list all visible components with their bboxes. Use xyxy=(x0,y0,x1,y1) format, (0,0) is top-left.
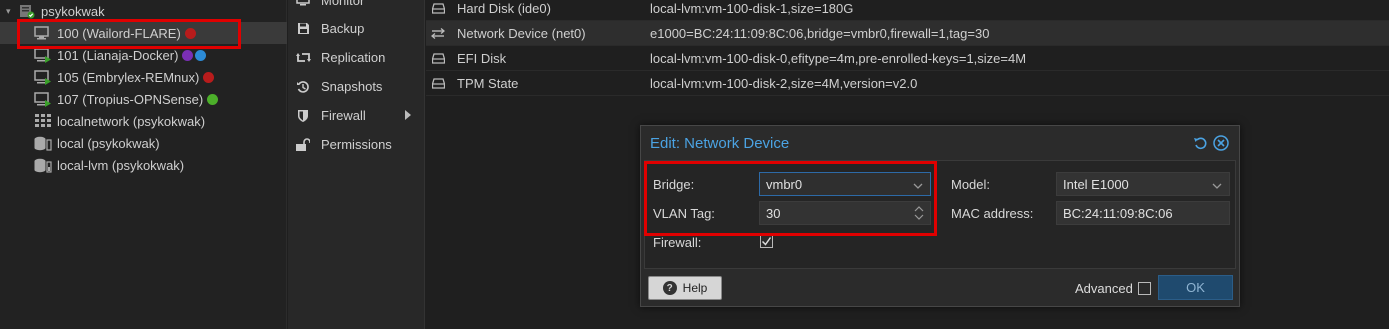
hardware-row[interactable]: Hard Disk (ide0) local-lvm:vm-100-disk-1… xyxy=(426,0,1389,21)
tree-item-vm-101[interactable]: 101 (Lianaja-Docker) xyxy=(0,44,287,66)
vm-icon xyxy=(34,25,52,41)
firewall-label: Firewall: xyxy=(653,235,702,250)
history-icon xyxy=(294,80,312,94)
tree-item-label: 105 (Embrylex-REMnux) xyxy=(57,69,200,85)
vlan-tag-input[interactable]: 30 xyxy=(759,201,931,225)
checkmark-icon xyxy=(761,237,772,246)
nav-item-permissions[interactable]: Permissions xyxy=(288,130,425,159)
shield-icon xyxy=(294,109,312,123)
tree-item-localnetwork[interactable]: localnetwork (psykokwak) xyxy=(0,110,287,132)
model-value: Intel E1000 xyxy=(1063,176,1129,192)
vlan-tag-value: 30 xyxy=(766,205,781,221)
vm-running-icon xyxy=(34,47,52,63)
nav-item-label: Replication xyxy=(321,50,386,65)
status-dot xyxy=(184,27,196,39)
hardware-name: Hard Disk (ide0) xyxy=(457,0,551,16)
monitor-icon xyxy=(294,0,312,7)
hardware-row[interactable]: EFI Disk local-lvm:vm-100-disk-0,efitype… xyxy=(426,46,1389,71)
tree-item-label: local-lvm (psykokwak) xyxy=(57,157,185,173)
tree-item-vm-100[interactable]: 100 (Wailord-FLARE) xyxy=(0,22,287,44)
unlock-icon xyxy=(294,138,312,151)
tree-node-psykokwak[interactable]: ▾ psykokwak xyxy=(0,0,287,22)
question-icon: ? xyxy=(662,281,677,295)
hdd-icon xyxy=(431,77,445,89)
hardware-name: Network Device (net0) xyxy=(457,25,586,41)
exchange-icon xyxy=(431,27,445,39)
close-icon[interactable] xyxy=(1212,134,1230,152)
mac-address-value: BC:24:11:09:8C:06 xyxy=(1063,205,1173,221)
ok-button-label: OK xyxy=(1186,280,1205,295)
nav-item-snapshots[interactable]: Snapshots xyxy=(288,72,425,101)
bridge-value: vmbr0 xyxy=(766,176,803,192)
advanced-checkbox[interactable] xyxy=(1138,282,1151,295)
firewall-checkbox[interactable] xyxy=(760,235,773,248)
reset-icon[interactable] xyxy=(1191,134,1209,152)
network-grid-icon xyxy=(34,113,52,129)
hardware-name: EFI Disk xyxy=(457,50,507,66)
model-label: Model: xyxy=(951,177,991,192)
hardware-row[interactable]: Network Device (net0) e1000=BC:24:11:09:… xyxy=(426,21,1389,46)
nav-item-firewall[interactable]: Firewall xyxy=(288,101,425,130)
status-dot xyxy=(195,49,207,61)
hardware-name: TPM State xyxy=(457,75,519,91)
nav-item-label: Firewall xyxy=(321,108,366,123)
nav-item-replication[interactable]: Replication xyxy=(288,43,425,72)
nav-item-label: Monitor xyxy=(321,0,365,8)
status-dot xyxy=(182,49,194,61)
bridge-select[interactable]: vmbr0 xyxy=(759,172,931,196)
tree-item-label: localnetwork (psykokwak) xyxy=(57,113,206,129)
tree-item-label: 101 (Lianaja-Docker) xyxy=(57,47,179,63)
edit-network-device-dialog: Edit: Network Device Bridge: vmbr0 VLAN … xyxy=(640,125,1240,307)
vm-config-nav: Monitor Backup Replication Snapshots Fir… xyxy=(288,0,425,329)
model-select[interactable]: Intel E1000 xyxy=(1056,172,1230,196)
mac-address-label: MAC address: xyxy=(951,206,1034,221)
hdd-icon xyxy=(431,2,445,14)
status-dot xyxy=(207,93,219,105)
expand-arrow-icon[interactable] xyxy=(405,110,411,120)
tree-item-local[interactable]: local (psykokwak) xyxy=(0,132,287,154)
storage-icon xyxy=(34,157,52,173)
floppy-icon xyxy=(294,22,312,35)
vlan-tag-label: VLAN Tag: xyxy=(653,206,715,221)
hdd-icon xyxy=(431,52,445,64)
mac-address-input[interactable]: BC:24:11:09:8C:06 xyxy=(1056,201,1230,225)
storage-icon xyxy=(34,135,52,151)
nav-item-label: Snapshots xyxy=(321,79,383,94)
bridge-label: Bridge: xyxy=(653,177,695,192)
dialog-title: Edit: Network Device xyxy=(650,135,790,152)
tree-item-label: 100 (Wailord-FLARE) xyxy=(57,25,181,41)
dialog-header: Edit: Network Device xyxy=(641,126,1239,160)
tree-item-vm-105[interactable]: 105 (Embrylex-REMnux) xyxy=(0,66,287,88)
collapse-icon[interactable]: ▾ xyxy=(6,6,16,16)
nav-item-label: Permissions xyxy=(321,137,392,152)
resource-tree: ▾ psykokwak 100 (Wailord-FLARE) 101 (Lia… xyxy=(0,0,287,329)
tree-item-label: local (psykokwak) xyxy=(57,135,160,151)
tree-item-local-lvm[interactable]: local-lvm (psykokwak) xyxy=(0,154,287,176)
server-icon xyxy=(18,3,36,19)
tree-item-vm-107[interactable]: 107 (Tropius-OPNSense) xyxy=(0,88,287,110)
chevron-down-icon[interactable] xyxy=(913,179,923,189)
ok-button[interactable]: OK xyxy=(1158,275,1233,300)
hardware-value: e1000=BC:24:11:09:8C:06,bridge=vmbr0,fir… xyxy=(650,25,990,41)
nav-item-label: Backup xyxy=(321,21,365,36)
dialog-footer: ? Help Advanced OK xyxy=(641,271,1239,306)
status-dot xyxy=(203,71,215,83)
help-button-label: Help xyxy=(682,281,708,295)
spinner-icon[interactable] xyxy=(914,205,924,221)
tree-node-label: psykokwak xyxy=(41,3,105,19)
dialog-form: Bridge: vmbr0 VLAN Tag: 30 Firewall: Mod… xyxy=(644,160,1236,269)
nav-item-backup[interactable]: Backup xyxy=(288,14,425,43)
vm-running-icon xyxy=(34,91,52,107)
hardware-value: local-lvm:vm-100-disk-1,size=180G xyxy=(650,0,854,16)
vm-running-icon xyxy=(34,69,52,85)
tree-item-label: 107 (Tropius-OPNSense) xyxy=(57,91,204,107)
help-button[interactable]: ? Help xyxy=(648,276,722,300)
hardware-row[interactable]: TPM State local-lvm:vm-100-disk-2,size=4… xyxy=(426,71,1389,96)
nav-item-monitor[interactable]: Monitor xyxy=(288,0,425,15)
advanced-label: Advanced xyxy=(1075,281,1133,296)
chevron-down-icon[interactable] xyxy=(1212,179,1222,189)
hardware-value: local-lvm:vm-100-disk-0,efitype=4m,pre-e… xyxy=(650,50,1027,66)
hardware-value: local-lvm:vm-100-disk-2,size=4M,version=… xyxy=(650,75,918,91)
retweet-icon xyxy=(294,51,312,64)
